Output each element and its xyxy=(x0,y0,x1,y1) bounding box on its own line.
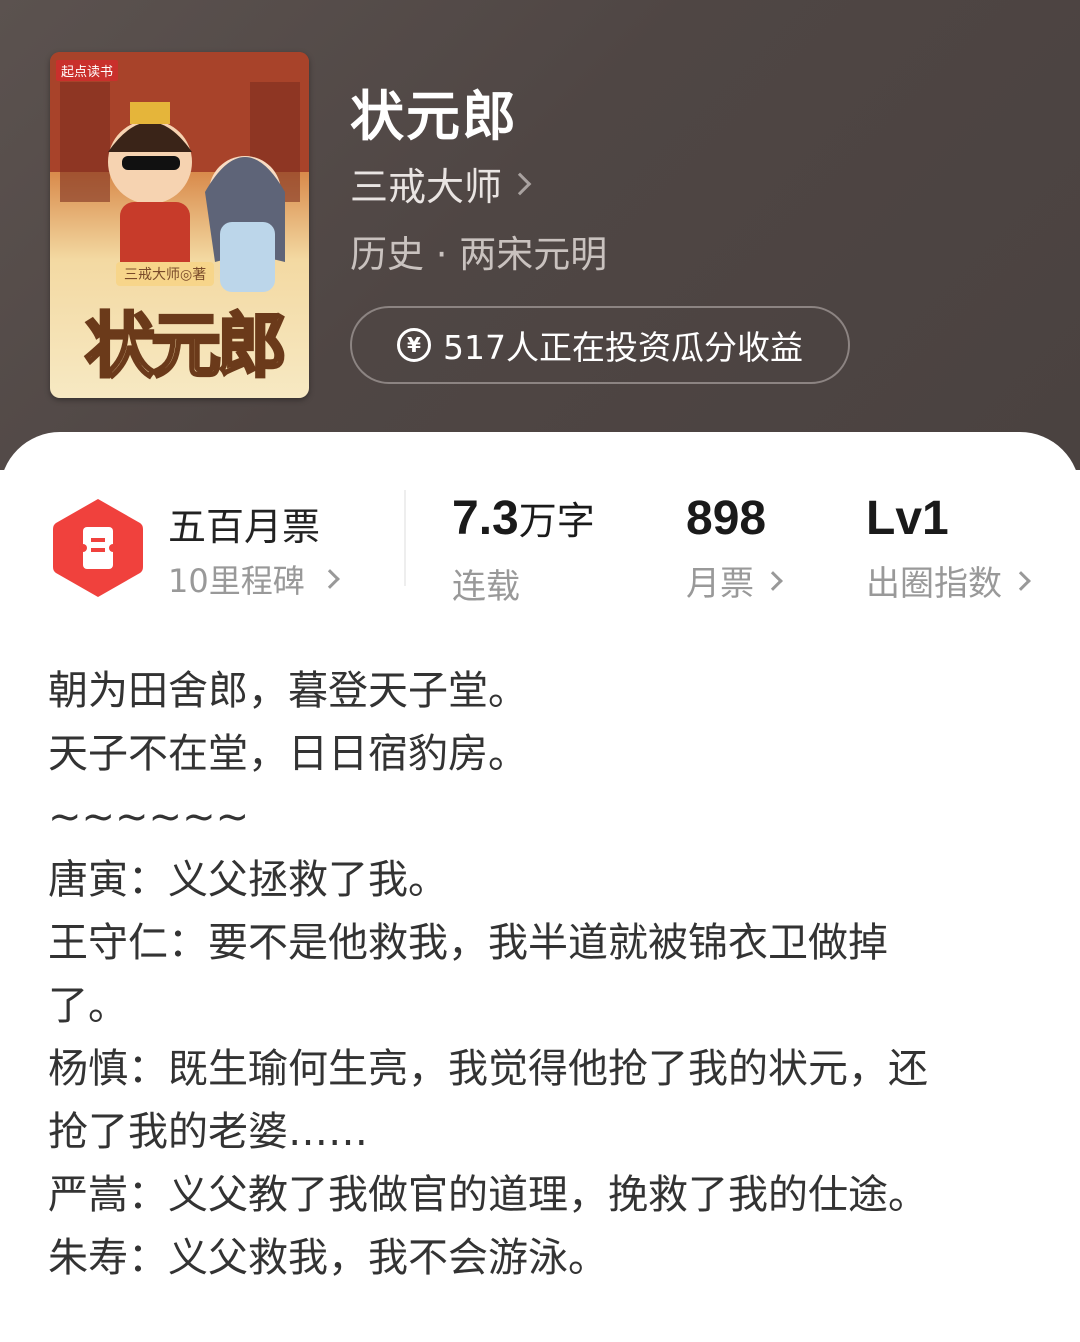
ticket-milestone-title[interactable]: 五百月票 xyxy=(168,496,320,551)
description-line: 天子不在堂，日日宿豹房。 xyxy=(48,731,528,777)
monthly-ticket-value: 898 xyxy=(686,492,767,545)
influence-level-value: Lv1 xyxy=(866,492,949,545)
cover-author-tag: 三戒大师◎著 xyxy=(116,262,215,286)
description-line: 严嵩：义父教了我做官的道理，挽救了我的仕途。 xyxy=(48,1172,928,1218)
description-line: 朝为田舍郎，暮登天子堂。 xyxy=(48,668,528,714)
chevron-right-icon xyxy=(508,172,532,195)
invest-button[interactable]: ¥ 517人正在投资瓜分收益 xyxy=(350,306,850,384)
serial-status: 连载 xyxy=(452,567,520,607)
description-line: 杨慎：既生瑜何生亮，我觉得他抢了我的状元，还 xyxy=(48,1046,928,1092)
cover-title: 状元郎 xyxy=(84,303,289,389)
monthly-ticket-label: 月票 xyxy=(686,564,754,604)
book-cover[interactable]: 起点读书 三戒大师◎著 状元郎 xyxy=(50,52,309,398)
ticket-milestone-link[interactable]: 10里程碑 xyxy=(168,556,340,602)
book-title: 状元郎 xyxy=(350,84,518,148)
description-line: 朱寿：义父救我，我不会游泳。 xyxy=(48,1235,608,1281)
book-description[interactable]: 朝为田舍郎，暮登天子堂。 天子不在堂，日日宿豹房。 ~~~~~~ 唐寅：义父拯救… xyxy=(48,660,1038,1290)
book-category[interactable]: 历史 · 两宋元明 xyxy=(350,224,607,278)
ticket-icon[interactable] xyxy=(52,497,144,599)
influence-index-label: 出圈指数 xyxy=(866,564,1002,604)
description-line: 了。 xyxy=(48,983,128,1029)
cover-publisher-logo: 起点读书 xyxy=(56,60,119,81)
word-count-unit: 万字 xyxy=(518,501,595,543)
description-line: 王守仁：要不是他救我，我半道就被锦衣卫做掉 xyxy=(48,920,888,966)
chevron-right-icon xyxy=(1011,570,1031,591)
description-line: 抢了我的老婆…… xyxy=(48,1109,368,1155)
word-count-stat: 7.3万字 连载 xyxy=(452,490,595,608)
chevron-right-icon xyxy=(763,570,783,591)
influence-index-stat[interactable]: Lv1 出圈指数 xyxy=(866,490,1031,605)
ticket-milestone-sub: 10里程碑 xyxy=(168,562,305,600)
stats-divider xyxy=(404,490,406,586)
description-line: ~~~~~~ xyxy=(48,794,250,840)
word-count-value: 7.3 xyxy=(452,492,519,545)
invest-text: 517人正在投资瓜分收益 xyxy=(443,328,803,367)
author-name: 三戒大师 xyxy=(350,165,503,209)
author-link[interactable]: 三戒大师 xyxy=(350,156,532,211)
yen-icon: ¥ xyxy=(397,328,431,362)
chevron-right-icon xyxy=(319,569,340,589)
monthly-ticket-stat[interactable]: 898 月票 xyxy=(686,490,783,605)
description-line: 唐寅：义父拯救了我。 xyxy=(48,857,448,903)
